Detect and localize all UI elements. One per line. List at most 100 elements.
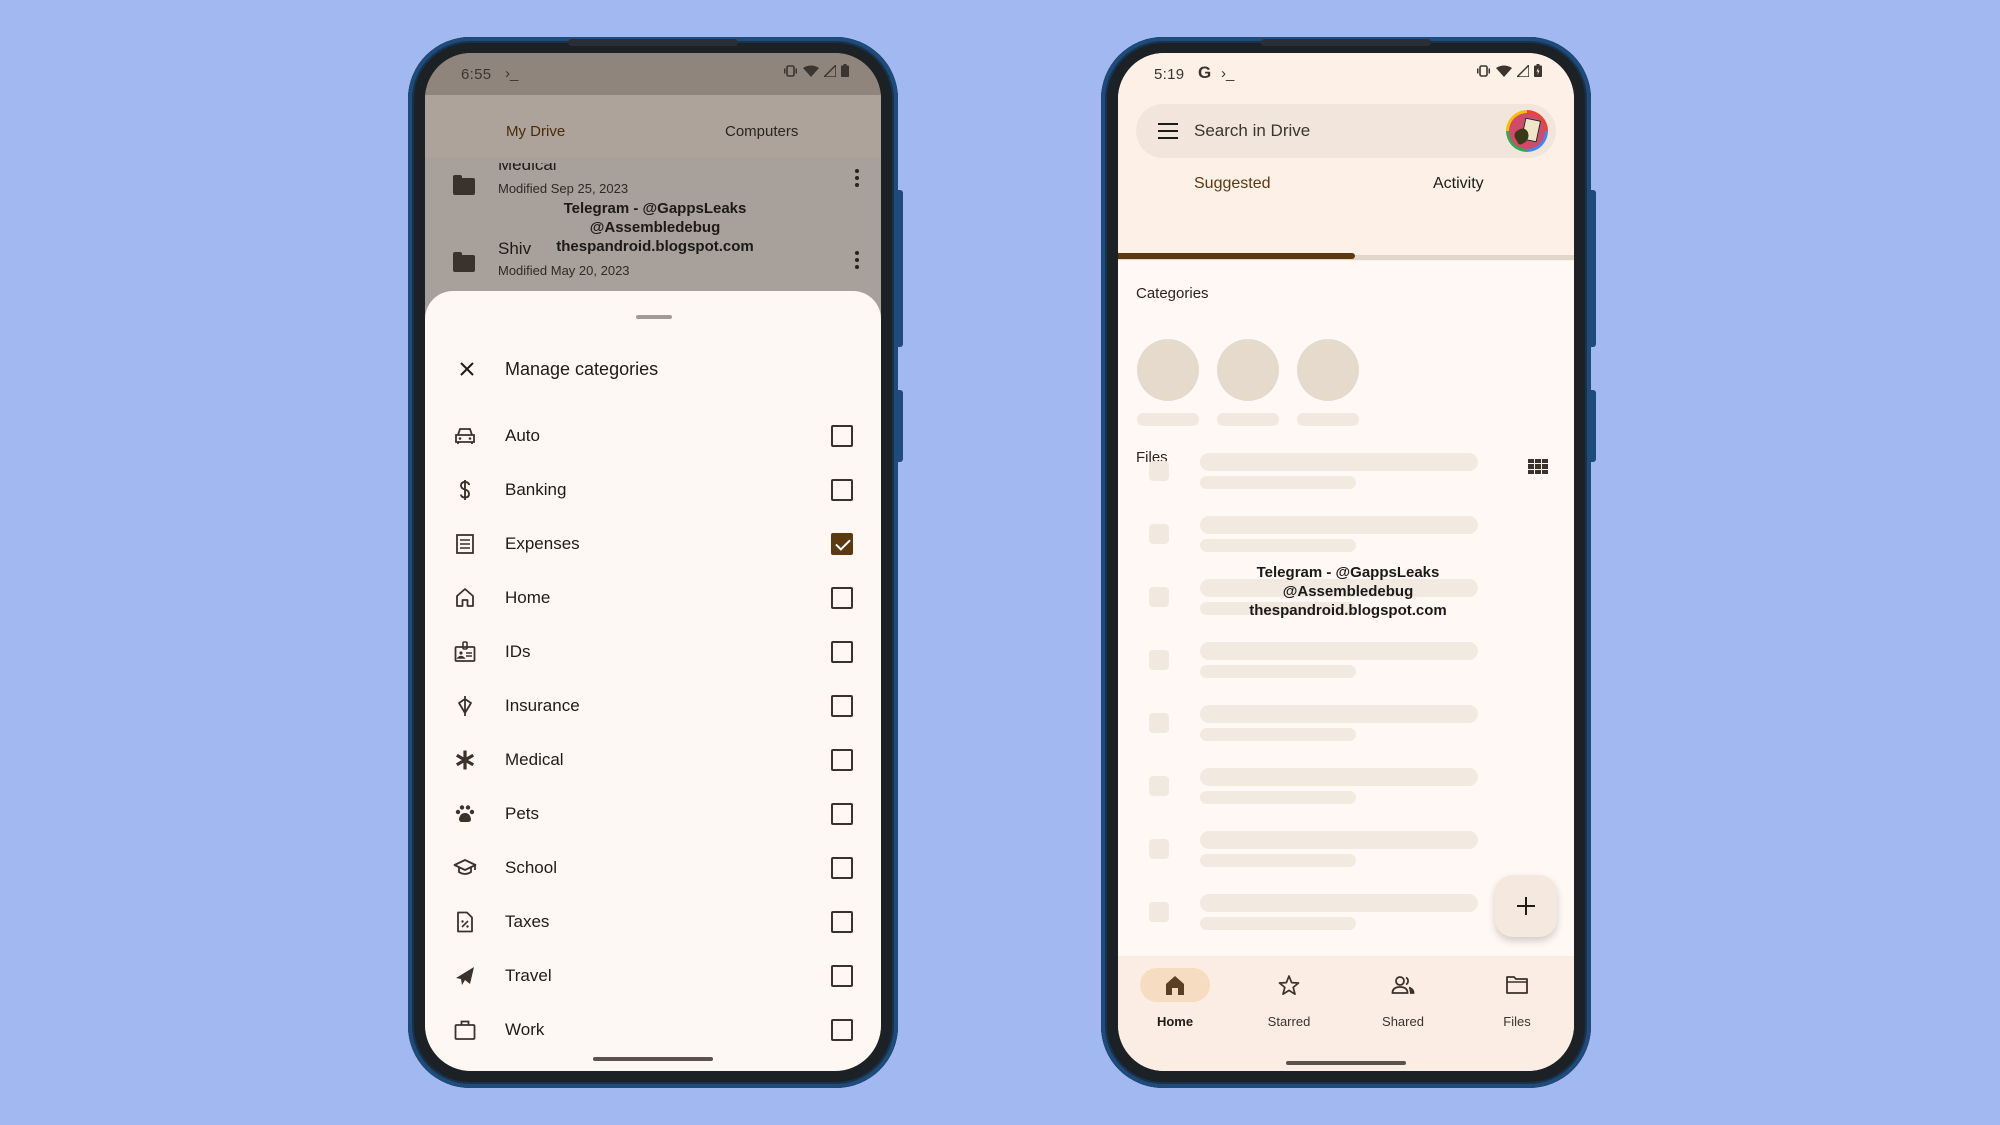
manage-categories-sheet: Manage categories Auto Banking Expenses Hom… — [425, 291, 881, 1071]
category-row-work[interactable]: Work — [425, 1003, 881, 1057]
nav-starred[interactable]: Starred — [1232, 968, 1346, 1038]
file-row-placeholder — [1118, 516, 1574, 556]
umbrella-icon — [458, 696, 472, 716]
terminal-icon: ›_ — [1221, 65, 1235, 82]
category-checkbox[interactable] — [831, 479, 853, 501]
file-name-placeholder — [1200, 516, 1478, 534]
category-placeholder — [1297, 339, 1359, 401]
graduation-cap-icon — [453, 859, 477, 875]
file-meta-placeholder — [1200, 665, 1356, 678]
vibrate-icon — [1477, 64, 1490, 77]
avatar-image — [1509, 113, 1545, 149]
category-label: IDs — [505, 642, 531, 661]
menu-icon[interactable] — [1158, 123, 1178, 139]
id-badge-icon — [454, 641, 476, 662]
category-row-school[interactable]: School — [425, 841, 881, 895]
gesture-bar — [1286, 1061, 1406, 1065]
watermark-line: @Assembledebug — [1282, 583, 1414, 600]
category-checkbox[interactable] — [831, 587, 853, 609]
nav-files[interactable]: Files — [1460, 968, 1574, 1038]
category-checkbox[interactable] — [831, 803, 853, 825]
file-name-placeholder — [1200, 894, 1478, 912]
bottom-navigation: Home Starred Shared Files — [1118, 956, 1574, 1071]
search-bar[interactable]: Search in Drive — [1136, 104, 1556, 158]
category-row-travel[interactable]: Travel — [425, 949, 881, 1003]
category-label: Taxes — [505, 912, 550, 931]
paw-icon — [455, 805, 475, 822]
more-options-icon[interactable] — [855, 169, 859, 187]
category-checkbox[interactable] — [831, 857, 853, 879]
home-icon — [1166, 976, 1184, 995]
signal-icon — [1517, 64, 1529, 77]
folder-modified: Modified Sep 25, 2023 — [498, 181, 629, 196]
file-name-placeholder — [1200, 642, 1478, 660]
tab-activity[interactable]: Activity — [1433, 175, 1484, 193]
people-icon — [1391, 976, 1415, 994]
folder-icon — [453, 252, 475, 272]
tab-my-drive[interactable]: My Drive — [506, 123, 565, 140]
category-checkbox[interactable] — [831, 533, 853, 555]
category-row-banking[interactable]: Banking — [425, 463, 881, 517]
category-label-placeholder — [1137, 413, 1199, 426]
category-row-home[interactable]: Home — [425, 571, 881, 625]
nav-shared[interactable]: Shared — [1346, 968, 1460, 1038]
category-checkbox[interactable] — [831, 425, 853, 447]
status-time: 5:19 — [1154, 66, 1185, 83]
new-button[interactable] — [1495, 875, 1557, 937]
close-icon[interactable] — [455, 357, 479, 381]
category-row-medical[interactable]: Medical — [425, 733, 881, 787]
category-checkbox[interactable] — [831, 1019, 853, 1041]
car-icon — [455, 428, 475, 444]
file-icon-placeholder — [1149, 839, 1169, 859]
tab-indicator — [1118, 253, 1355, 259]
category-checkbox[interactable] — [831, 965, 853, 987]
battery-charging-icon — [1534, 64, 1542, 77]
nav-label: Starred — [1267, 1014, 1311, 1029]
search-input[interactable]: Search in Drive — [1194, 121, 1310, 141]
category-row-ids[interactable]: IDs — [425, 625, 881, 679]
file-meta-placeholder — [1200, 854, 1356, 867]
file-row-placeholder — [1118, 642, 1574, 682]
nav-label: Shared — [1382, 1014, 1424, 1029]
watermark-line: Telegram - @GappsLeaks — [563, 200, 747, 217]
power-button — [897, 190, 903, 347]
file-row-placeholder — [1118, 831, 1574, 871]
watermark-line: Telegram - @GappsLeaks — [1256, 564, 1440, 581]
nav-home[interactable]: Home — [1118, 968, 1232, 1038]
category-label: Auto — [505, 426, 540, 445]
category-checkbox[interactable] — [831, 749, 853, 771]
status-bar: 5:19 G ›_ — [1118, 53, 1574, 95]
category-label: Banking — [505, 480, 567, 499]
airplane-icon — [456, 967, 474, 985]
status-icons — [1476, 64, 1542, 77]
drag-handle[interactable] — [636, 315, 672, 319]
category-row-expenses[interactable]: Expenses — [425, 517, 881, 571]
category-checkbox[interactable] — [831, 641, 853, 663]
receipt-icon — [456, 534, 474, 554]
file-name-placeholder — [1200, 453, 1478, 471]
file-meta-placeholder — [1200, 917, 1356, 930]
category-row-taxes[interactable]: Taxes — [425, 895, 881, 949]
more-options-icon[interactable] — [855, 251, 859, 269]
category-checkbox[interactable] — [831, 695, 853, 717]
category-checkbox[interactable] — [831, 911, 853, 933]
tab-suggested[interactable]: Suggested — [1194, 175, 1271, 193]
category-row-insurance[interactable]: Insurance — [425, 679, 881, 733]
file-icon-placeholder — [1149, 461, 1169, 481]
status-time: 6:55 — [461, 66, 492, 83]
file-name-placeholder — [1200, 705, 1478, 723]
dollar-icon — [460, 480, 470, 500]
right-phone-frame: 5:19 G ›_ Search in Drive Suggested Acti… — [1101, 37, 1596, 1088]
folder-name: Medical — [498, 155, 557, 174]
google-icon: G — [1198, 63, 1212, 82]
file-row-placeholder — [1118, 705, 1574, 745]
tab-computers[interactable]: Computers — [725, 123, 798, 140]
folder-icon — [1506, 976, 1528, 994]
watermark-line: thespandroid.blogspot.com — [556, 238, 754, 255]
volume-button — [1590, 390, 1596, 462]
avatar[interactable] — [1506, 110, 1548, 152]
category-row-pets[interactable]: Pets — [425, 787, 881, 841]
wifi-icon — [1496, 65, 1512, 77]
category-row-auto[interactable]: Auto — [425, 409, 881, 463]
category-placeholder — [1137, 339, 1199, 401]
